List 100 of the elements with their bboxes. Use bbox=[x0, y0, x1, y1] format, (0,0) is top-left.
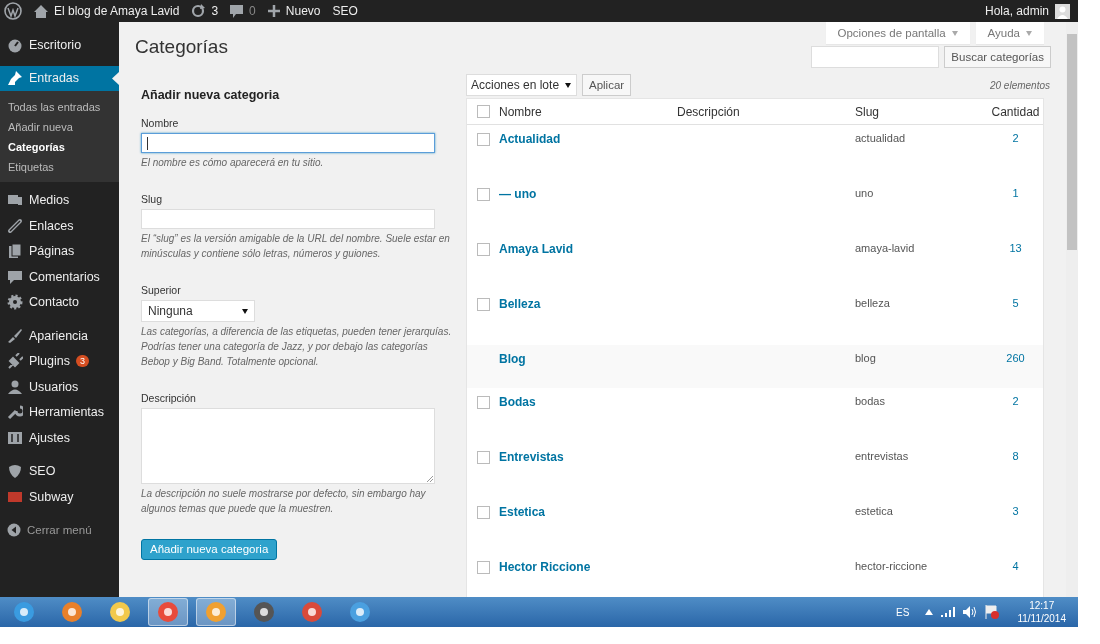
field-label: Nombre bbox=[141, 117, 180, 129]
parent-select[interactable]: Ninguna bbox=[141, 300, 255, 322]
clock[interactable]: 12:17 11/11/2014 bbox=[1017, 599, 1066, 625]
gear-icon bbox=[7, 294, 23, 311]
count-link[interactable]: 2 bbox=[1012, 395, 1019, 407]
update-count[interactable]: 3 bbox=[211, 4, 219, 18]
count-link[interactable]: 4 bbox=[1012, 560, 1019, 572]
form-heading: Añadir nueva categoria bbox=[141, 88, 281, 102]
taskbar-app[interactable] bbox=[196, 598, 236, 626]
category-link[interactable]: Entrevistas bbox=[499, 450, 677, 464]
category-link[interactable]: Hector Riccione bbox=[499, 560, 677, 574]
count-link[interactable]: 260 bbox=[1006, 352, 1025, 364]
page-title: Categorías bbox=[135, 36, 228, 58]
item-count: 20 elementos bbox=[989, 79, 1050, 91]
resize-handle-icon[interactable] bbox=[427, 476, 433, 482]
count-link[interactable]: 8 bbox=[1012, 450, 1019, 462]
category-link[interactable]: Belleza bbox=[499, 297, 677, 311]
update-badge: 3 bbox=[76, 355, 89, 368]
menu-item[interactable]: Escritorio bbox=[0, 32, 119, 58]
language-indicator[interactable]: ES bbox=[896, 606, 910, 618]
count-link[interactable]: 1 bbox=[1012, 187, 1019, 199]
menu-item[interactable]: SEO bbox=[0, 458, 119, 484]
input-field[interactable] bbox=[141, 133, 435, 153]
signal-icon[interactable] bbox=[941, 607, 956, 617]
pages-icon bbox=[7, 243, 23, 260]
collapse-icon bbox=[7, 523, 21, 538]
scrollbar[interactable] bbox=[1066, 22, 1078, 597]
category-link[interactable]: — uno bbox=[499, 187, 677, 201]
pin-icon bbox=[7, 70, 23, 86]
seo-link[interactable]: SEO bbox=[332, 4, 358, 18]
slug-cell-text: actualidad bbox=[855, 132, 907, 144]
comment-icon bbox=[230, 4, 244, 18]
search-field[interactable] bbox=[811, 46, 940, 68]
comment-icon bbox=[7, 268, 23, 285]
category-link[interactable]: Amaya Lavid bbox=[499, 242, 677, 256]
slug-cell-text: uno bbox=[855, 187, 875, 199]
menu-item[interactable]: Entradas bbox=[0, 65, 119, 91]
count-link[interactable]: 2 bbox=[1012, 132, 1019, 144]
menu-item[interactable]: Contacto bbox=[0, 289, 119, 315]
menu-item[interactable]: Ajustes bbox=[0, 425, 119, 451]
field-label: Descripción bbox=[141, 392, 197, 404]
apply-button[interactable]: Aplicar bbox=[582, 74, 632, 96]
screen-tab[interactable]: Ayuda bbox=[975, 22, 1044, 44]
row-checkbox[interactable] bbox=[476, 133, 490, 146]
submenu-item[interactable]: Añadir nueva bbox=[0, 116, 119, 137]
plug-icon bbox=[7, 353, 23, 370]
category-link[interactable]: Bodas bbox=[499, 395, 677, 409]
logo-icon[interactable] bbox=[4, 2, 22, 20]
user-icon bbox=[7, 378, 23, 395]
comment-count[interactable]: 0 bbox=[249, 4, 256, 18]
submenu-item[interactable]: Categorías bbox=[0, 136, 119, 157]
help-text: Las categorías, a diferencia de las etiquetas, pueden tener jerarquías. Podrías tener una categoría de Jazz, y por debajo las categorías Bebop y Big Band. Totalmente opcional. bbox=[141, 325, 453, 369]
row-checkbox[interactable] bbox=[476, 561, 490, 574]
category-link[interactable]: Blog bbox=[499, 352, 677, 366]
row-checkbox[interactable] bbox=[476, 243, 490, 256]
count-link[interactable]: 5 bbox=[1012, 297, 1019, 309]
row-checkbox[interactable] bbox=[476, 396, 490, 409]
row-checkbox[interactable] bbox=[476, 506, 490, 519]
count-link[interactable]: 13 bbox=[1009, 242, 1022, 254]
menu-item[interactable]: Comentarios bbox=[0, 264, 119, 290]
column-header[interactable]: Cantidad bbox=[988, 104, 1043, 119]
select-all-checkbox[interactable] bbox=[476, 105, 490, 118]
help-text: El “slug” es la versión amigable de la URL del nombre. Suele estar en minúsculas y contiene sólo letras, números y guiones. bbox=[141, 232, 451, 261]
speaker-icon[interactable] bbox=[963, 606, 978, 618]
menu-item[interactable]: Usuarios bbox=[0, 374, 119, 400]
bulk-actions-select[interactable]: Acciones en lote bbox=[466, 74, 577, 96]
flag-icon[interactable] bbox=[985, 605, 1000, 619]
menu-item[interactable]: Enlaces bbox=[0, 213, 119, 239]
site-link[interactable]: El blog de Amaya Lavid bbox=[54, 4, 180, 18]
category-link[interactable]: Estetica bbox=[499, 505, 677, 519]
collapse-menu-button[interactable]: Cerrar menú bbox=[0, 517, 119, 543]
submenu-item[interactable]: Etiquetas bbox=[0, 156, 119, 177]
menu-item[interactable]: Subway bbox=[0, 484, 119, 510]
menu-item[interactable]: Medios bbox=[0, 187, 119, 213]
menu-item[interactable]: Plugins 3 bbox=[0, 348, 119, 374]
column-header[interactable]: Nombre bbox=[499, 104, 677, 119]
link-icon bbox=[7, 217, 23, 234]
slug-cell-text: hector-riccione bbox=[855, 560, 929, 572]
home-icon bbox=[34, 4, 48, 18]
new-link[interactable]: Nuevo bbox=[285, 4, 321, 18]
avatar-icon[interactable] bbox=[1055, 3, 1070, 19]
menu-item[interactable]: Páginas bbox=[0, 238, 119, 264]
description-field[interactable] bbox=[141, 408, 435, 484]
row-checkbox[interactable] bbox=[476, 451, 490, 464]
submenu-item[interactable]: Todas las entradas bbox=[0, 96, 119, 117]
plus-icon bbox=[267, 5, 280, 17]
taskbar-app[interactable] bbox=[148, 598, 188, 626]
search-button[interactable]: Buscar categorías bbox=[944, 46, 1051, 68]
column-header[interactable]: Slug bbox=[855, 104, 988, 119]
account-link[interactable]: Hola, admin bbox=[984, 4, 1049, 18]
row-checkbox[interactable] bbox=[476, 188, 490, 201]
menu-item[interactable]: Apariencia bbox=[0, 323, 119, 349]
menu-item[interactable]: Herramientas bbox=[0, 399, 119, 425]
row-checkbox[interactable] bbox=[476, 298, 490, 311]
count-link[interactable]: 3 bbox=[1012, 505, 1019, 517]
help-text: La descripción no suele mostrarse por defecto, sin embargo hay algunos temas que puede que la muestren. bbox=[141, 487, 427, 516]
screen-tab[interactable]: Opciones de pantalla bbox=[825, 22, 970, 44]
up-arrow-icon[interactable] bbox=[925, 609, 934, 615]
slug-cell-text: belleza bbox=[855, 297, 891, 309]
category-link[interactable]: Actualidad bbox=[499, 132, 677, 146]
